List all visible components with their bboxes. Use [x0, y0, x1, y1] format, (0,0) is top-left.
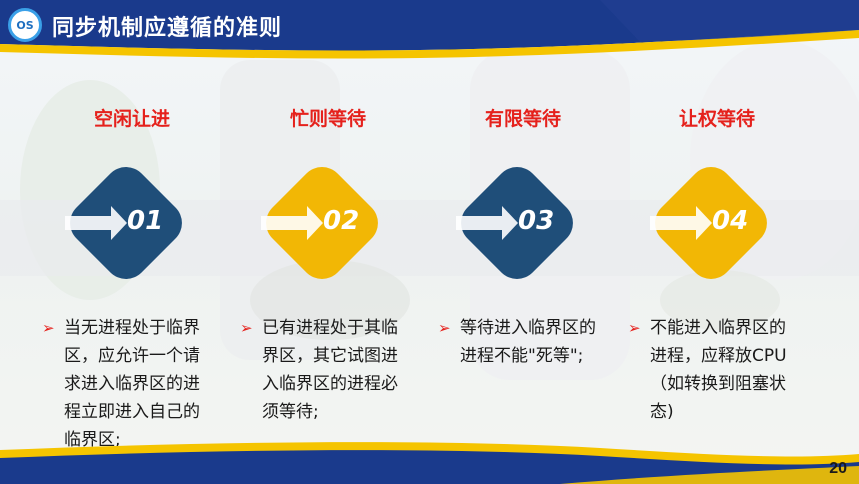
- slide-title: 同步机制应遵循的准则: [52, 16, 283, 41]
- bullet-arrow-icon: ➢: [628, 319, 641, 337]
- principle-title-3: 有限等待: [484, 108, 561, 130]
- footer-band: [0, 442, 859, 484]
- step-number-3: 03: [518, 206, 555, 236]
- step-badge-2: 02: [257, 158, 387, 288]
- diamond-arrow-icon: [65, 167, 182, 279]
- step-badge-1: 01: [61, 158, 191, 288]
- description-text-3: 等待进入临界区的进程不能"死等";: [460, 318, 596, 366]
- diamond-arrow-icon: [650, 167, 767, 279]
- bullet-arrow-icon: ➢: [42, 319, 55, 337]
- principle-description-4: ➢ 不能进入临界区的进程，应释放CPU（如转换到阻塞状态): [628, 314, 796, 426]
- principle-title-2: 忙则等待: [289, 108, 366, 130]
- description-text-2: 已有进程处于其临界区，其它试图进入临界区的进程必须等待;: [262, 318, 398, 422]
- page-number: 20: [829, 460, 847, 477]
- step-number-1: 01: [127, 206, 164, 236]
- diamond-arrow-icon: [261, 167, 378, 279]
- description-text-4: 不能进入临界区的进程，应释放CPU（如转换到阻塞状态): [650, 318, 787, 422]
- principle-title-1: 空闲让进: [93, 108, 170, 130]
- os-logo: OS: [8, 8, 42, 42]
- bullet-arrow-icon: ➢: [240, 319, 253, 337]
- step-number-4: 04: [712, 206, 749, 236]
- step-number-2: 02: [323, 206, 360, 236]
- principle-title-4: 让权等待: [678, 108, 755, 130]
- slide: OS 同步机制应遵循的准则 空闲让进 忙则等待 有限等待 让权等待 01 02 …: [0, 0, 859, 484]
- principle-description-3: ➢ 等待进入临界区的进程不能"死等";: [438, 314, 598, 370]
- bullet-arrow-icon: ➢: [438, 319, 451, 337]
- step-badge-3: 03: [452, 158, 582, 288]
- step-badge-4: 04: [646, 158, 776, 288]
- diamond-arrow-icon: [456, 167, 573, 279]
- principle-description-2: ➢ 已有进程处于其临界区，其它试图进入临界区的进程必须等待;: [240, 314, 412, 426]
